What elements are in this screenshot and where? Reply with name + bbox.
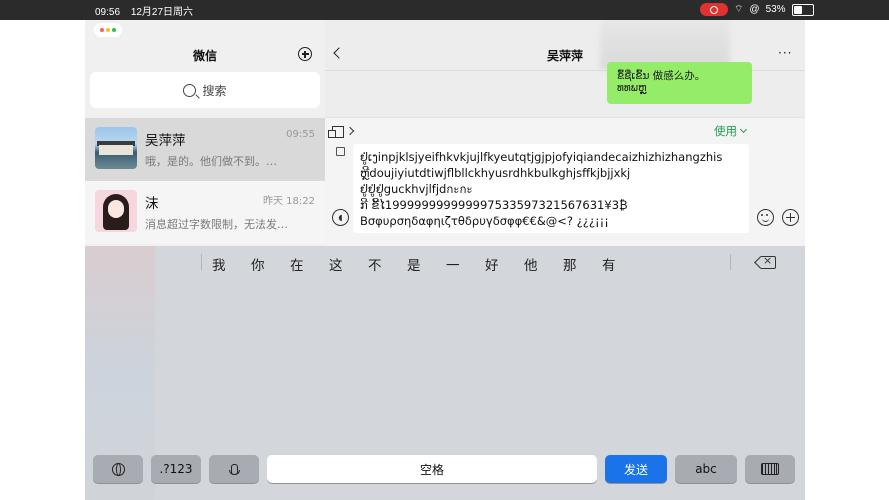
window-controls[interactable] xyxy=(94,23,122,37)
wifi-icon: ⌔ xyxy=(734,4,744,15)
use-button[interactable]: 使用 xyxy=(714,123,748,139)
onscreen-keyboard: 我 你 在 这 不 是 一 好 他 那 有 .?123 空格 发送 abc xyxy=(85,246,805,500)
quote-icon[interactable] xyxy=(328,126,344,138)
candidate-word[interactable]: 你 xyxy=(251,254,265,274)
chevron-right-icon[interactable] xyxy=(345,126,355,136)
status-bar: 09:56 12月27日周六 ⌔ @ 53% xyxy=(0,0,889,20)
bubble-text: ທທພຫຼຼຼຼຼ xyxy=(617,82,647,94)
compose-area: 使用 ◖ ຢູ່ເງinpjklsjyeifhkvkjujlfkyeutqtjg… xyxy=(325,117,805,246)
candidate-word[interactable]: 在 xyxy=(290,254,304,274)
close-dot-icon[interactable] xyxy=(100,28,104,32)
candidate-word[interactable]: 不 xyxy=(368,254,382,274)
status-right: ⌔ @ 53% xyxy=(700,3,814,16)
candidate-bar: 我 你 在 这 不 是 一 好 他 那 有 xyxy=(85,246,805,279)
status-date: 12月27日周六 xyxy=(130,7,194,18)
chat-list-pane: 微信 搜索 吴萍萍 09:55 哦，是的。他们做不到。… 沫 昨天 18:22 … xyxy=(85,20,326,246)
input-line: ຫຼີdoujiyiutdtiwjflbllckhyusrdhkbulkghjs… xyxy=(360,166,631,180)
avatar xyxy=(95,190,137,232)
battery-percent: 53% xyxy=(765,4,786,15)
conversation-pane: 吴萍萍 ··· ຂຶ້ຊື່ເຂົ້ນ 做感么办。 ທທພຫຼຼຼຼຼ 使用 ◖… xyxy=(325,20,805,246)
input-line: ກີ ຂີ້ໄ1999999999999975335973215676​31¥3… xyxy=(360,198,628,212)
input-line: Βσφυρσηδαφηιζτθδρυγδσφφ€€&@<? ¿¿¿¡¡¡ xyxy=(360,214,609,228)
minimize-dot-icon[interactable] xyxy=(106,28,110,32)
battery-icon xyxy=(791,3,814,16)
chat-preview: 哦，是的。他们做不到。… xyxy=(145,155,277,168)
dictation-key[interactable] xyxy=(209,455,259,483)
use-label: 使用 xyxy=(714,124,737,138)
send-key[interactable]: 发送 xyxy=(605,455,667,483)
candidate-word[interactable]: 好 xyxy=(485,254,499,274)
copy-icon[interactable] xyxy=(336,147,345,156)
candidate-separator xyxy=(201,254,202,270)
status-time: 09:56 xyxy=(95,7,121,18)
search-placeholder: 搜索 xyxy=(202,83,227,98)
chat-time: 09:55 xyxy=(286,129,315,140)
lock-rotation-icon: @ xyxy=(749,4,760,15)
input-line: ຢູ່ຢູ່ຢູ່guckhvjlfjdกะกะ xyxy=(360,182,473,196)
chat-time: 昨天 18:22 xyxy=(263,196,315,207)
avatar xyxy=(95,127,137,169)
abc-key[interactable]: abc xyxy=(675,455,737,483)
numbers-key[interactable]: .?123 xyxy=(151,455,201,483)
candidate-word[interactable]: 有 xyxy=(602,254,616,274)
voice-input-icon[interactable]: ◖ xyxy=(332,209,349,226)
chat-list-item[interactable]: 沫 昨天 18:22 消息超过字数限制，无法发… xyxy=(85,181,325,244)
screen-record-icon xyxy=(700,3,728,16)
add-plus-icon[interactable] xyxy=(298,47,312,61)
space-key[interactable]: 空格 xyxy=(267,455,597,483)
candidate-word[interactable]: 他 xyxy=(524,254,538,274)
candidate-word[interactable]: 一 xyxy=(446,254,460,274)
microphone-icon xyxy=(228,463,240,475)
message-input[interactable]: ຢູ່ເງinpjklsjyeifhkvkjujlfkyeutqtjgjpjof… xyxy=(353,144,749,233)
message-bubble[interactable]: ຂຶ້ຊື່ເຂົ້ນ 做感么办。 ທທພຫຼຼຼຼຼ xyxy=(607,62,752,104)
more-options-icon[interactable]: ··· xyxy=(778,46,792,60)
candidate-word[interactable]: 我 xyxy=(212,254,226,274)
maximize-dot-icon[interactable] xyxy=(112,28,116,32)
plus-icon[interactable] xyxy=(782,209,799,226)
globe-icon xyxy=(111,462,125,476)
chat-name: 沫 xyxy=(145,196,159,212)
chat-list-item[interactable]: 吴萍萍 09:55 哦，是的。他们做不到。… xyxy=(85,118,325,181)
candidate-separator xyxy=(730,254,731,270)
keyboard-hide-icon xyxy=(761,463,779,475)
wechat-window: 微信 搜索 吴萍萍 09:55 哦，是的。他们做不到。… 沫 昨天 18:22 … xyxy=(85,20,805,246)
chat-preview: 消息超过字数限制，无法发… xyxy=(145,218,288,231)
bubble-text: ຂຶ້ຊື່ເຂົ້ນ 做感么办。 xyxy=(617,70,706,82)
app-title: 微信 xyxy=(192,49,217,63)
candidate-word[interactable]: 是 xyxy=(407,254,421,274)
candidate-word[interactable]: 这 xyxy=(329,254,343,274)
chevron-down-icon xyxy=(739,125,748,134)
hide-keyboard-key[interactable] xyxy=(745,455,795,483)
candidate-word[interactable]: 那 xyxy=(563,254,577,274)
emoji-icon[interactable] xyxy=(757,209,774,226)
input-line: ຢູ່ເງinpjklsjyeifhkvkjujlfkyeutqtjgjpjof… xyxy=(360,150,723,164)
chat-name: 吴萍萍 xyxy=(145,133,186,149)
search-icon xyxy=(183,83,197,97)
status-left: 09:56 12月27日周六 xyxy=(95,3,201,18)
backspace-icon[interactable] xyxy=(761,254,776,269)
search-bar[interactable]: 搜索 xyxy=(90,72,320,108)
globe-key[interactable] xyxy=(93,455,143,483)
